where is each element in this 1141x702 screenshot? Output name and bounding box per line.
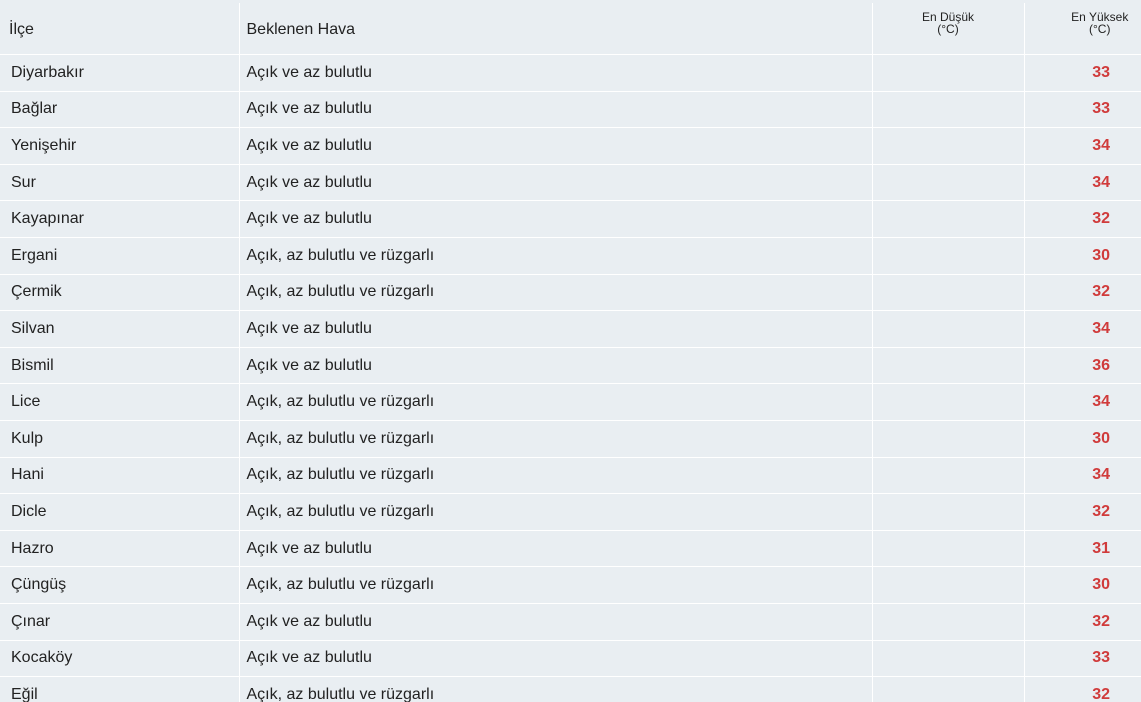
max-temp-cell: 32: [1024, 200, 1141, 238]
min-temp-cell: [872, 347, 1025, 385]
weather-forecast-table: İlçe Beklenen Hava En Düşük (°C) En Yüks…: [0, 3, 1141, 702]
weather-cell: Açık ve az bulutlu: [239, 54, 873, 92]
min-temp-unit: (°C): [937, 22, 959, 36]
district-cell: Bağlar: [0, 91, 240, 129]
district-cell: Eğil: [0, 676, 240, 702]
min-temp-cell: [872, 676, 1025, 702]
district-cell: Hani: [0, 457, 240, 495]
min-temp-cell: [872, 54, 1025, 92]
table-row: Hani Açık, az bulutlu ve rüzgarlı 34: [0, 457, 1141, 495]
weather-cell: Açık ve az bulutlu: [239, 603, 873, 641]
weather-cell: Açık ve az bulutlu: [239, 200, 873, 238]
district-cell: Diyarbakır: [0, 54, 240, 92]
district-cell: Çüngüş: [0, 566, 240, 604]
table-row: Yenişehir Açık ve az bulutlu 34: [0, 127, 1141, 165]
weather-cell: Açık ve az bulutlu: [239, 640, 873, 678]
max-temp-unit: (°C): [1089, 22, 1111, 36]
table-row: Silvan Açık ve az bulutlu 34: [0, 310, 1141, 348]
district-cell: Çınar: [0, 603, 240, 641]
table-row: Ergani Açık, az bulutlu ve rüzgarlı 30: [0, 237, 1141, 275]
max-temp-cell: 30: [1024, 566, 1141, 604]
max-temp-cell: 33: [1024, 54, 1141, 92]
max-temp-cell: 32: [1024, 274, 1141, 312]
max-temp-cell: 33: [1024, 91, 1141, 129]
district-cell: Kulp: [0, 420, 240, 458]
weather-table-container: İlçe Beklenen Hava En Düşük (°C) En Yüks…: [0, 0, 1141, 702]
table-row: Kayapınar Açık ve az bulutlu 32: [0, 200, 1141, 238]
column-header-district: İlçe: [0, 3, 240, 55]
district-cell: Silvan: [0, 310, 240, 348]
district-cell: Yenişehir: [0, 127, 240, 165]
district-cell: Kocaköy: [0, 640, 240, 678]
max-temp-cell: 34: [1024, 164, 1141, 202]
min-temp-cell: [872, 91, 1025, 129]
district-cell: Ergani: [0, 237, 240, 275]
weather-cell: Açık, az bulutlu ve rüzgarlı: [239, 237, 873, 275]
district-cell: Dicle: [0, 493, 240, 531]
weather-cell: Açık ve az bulutlu: [239, 91, 873, 129]
weather-cell: Açık, az bulutlu ve rüzgarlı: [239, 383, 873, 421]
table-row: Sur Açık ve az bulutlu 34: [0, 164, 1141, 202]
min-temp-cell: [872, 493, 1025, 531]
table-row: Çermik Açık, az bulutlu ve rüzgarlı 32: [0, 274, 1141, 312]
min-temp-cell: [872, 640, 1025, 678]
max-temp-cell: 34: [1024, 457, 1141, 495]
column-header-weather: Beklenen Hava: [239, 3, 873, 55]
max-temp-cell: 32: [1024, 493, 1141, 531]
max-temp-cell: 31: [1024, 530, 1141, 568]
table-header-row: İlçe Beklenen Hava En Düşük (°C) En Yüks…: [0, 3, 1141, 55]
table-row: Dicle Açık, az bulutlu ve rüzgarlı 32: [0, 493, 1141, 531]
table-row: Çüngüş Açık, az bulutlu ve rüzgarlı 30: [0, 566, 1141, 604]
column-header-min-temp: En Düşük (°C): [872, 3, 1025, 55]
min-temp-cell: [872, 530, 1025, 568]
table-row: Diyarbakır Açık ve az bulutlu 33: [0, 54, 1141, 92]
max-temp-cell: 34: [1024, 127, 1141, 165]
max-temp-cell: 30: [1024, 420, 1141, 458]
weather-cell: Açık, az bulutlu ve rüzgarlı: [239, 420, 873, 458]
min-temp-cell: [872, 274, 1025, 312]
max-temp-cell: 36: [1024, 347, 1141, 385]
min-temp-cell: [872, 566, 1025, 604]
table-row: Kocaköy Açık ve az bulutlu 33: [0, 640, 1141, 678]
weather-cell: Açık ve az bulutlu: [239, 347, 873, 385]
district-cell: Lice: [0, 383, 240, 421]
weather-cell: Açık ve az bulutlu: [239, 164, 873, 202]
min-temp-cell: [872, 310, 1025, 348]
table-row: Çınar Açık ve az bulutlu 32: [0, 603, 1141, 641]
district-cell: Çermik: [0, 274, 240, 312]
max-temp-cell: 33: [1024, 640, 1141, 678]
table-row: Eğil Açık, az bulutlu ve rüzgarlı 32: [0, 676, 1141, 702]
weather-cell: Açık, az bulutlu ve rüzgarlı: [239, 566, 873, 604]
district-cell: Bismil: [0, 347, 240, 385]
max-temp-cell: 34: [1024, 310, 1141, 348]
weather-cell: Açık, az bulutlu ve rüzgarlı: [239, 274, 873, 312]
min-temp-cell: [872, 603, 1025, 641]
max-temp-cell: 32: [1024, 676, 1141, 702]
min-temp-cell: [872, 457, 1025, 495]
weather-cell: Açık ve az bulutlu: [239, 530, 873, 568]
min-temp-cell: [872, 237, 1025, 275]
weather-cell: Açık ve az bulutlu: [239, 310, 873, 348]
min-temp-cell: [872, 200, 1025, 238]
table-row: Lice Açık, az bulutlu ve rüzgarlı 34: [0, 383, 1141, 421]
min-temp-cell: [872, 127, 1025, 165]
weather-cell: Açık ve az bulutlu: [239, 127, 873, 165]
min-temp-cell: [872, 383, 1025, 421]
table-row: Bismil Açık ve az bulutlu 36: [0, 347, 1141, 385]
table-row: Kulp Açık, az bulutlu ve rüzgarlı 30: [0, 420, 1141, 458]
district-cell: Kayapınar: [0, 200, 240, 238]
table-row: Hazro Açık ve az bulutlu 31: [0, 530, 1141, 568]
weather-cell: Açık, az bulutlu ve rüzgarlı: [239, 493, 873, 531]
weather-cell: Açık, az bulutlu ve rüzgarlı: [239, 676, 873, 702]
district-cell: Sur: [0, 164, 240, 202]
max-temp-cell: 32: [1024, 603, 1141, 641]
table-row: Bağlar Açık ve az bulutlu 33: [0, 91, 1141, 129]
district-cell: Hazro: [0, 530, 240, 568]
weather-cell: Açık, az bulutlu ve rüzgarlı: [239, 457, 873, 495]
max-temp-cell: 34: [1024, 383, 1141, 421]
max-temp-cell: 30: [1024, 237, 1141, 275]
min-temp-cell: [872, 420, 1025, 458]
min-temp-cell: [872, 164, 1025, 202]
column-header-max-temp: En Yüksek (°C): [1024, 3, 1141, 55]
